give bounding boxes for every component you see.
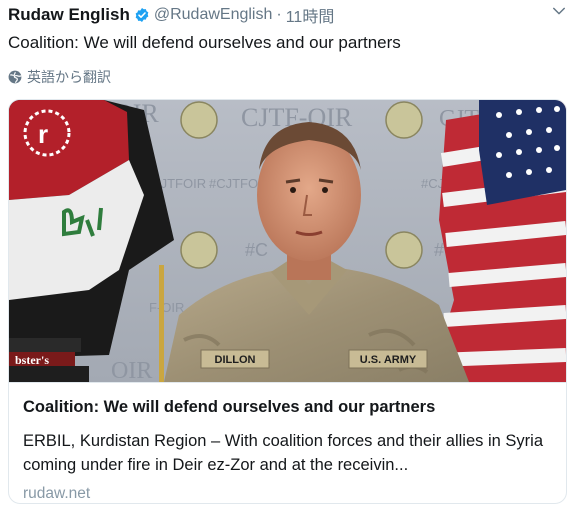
link-card[interactable]: OIR CJTF-OIR CJT #CJTFOIR #CJTFOIR #CJTF… [8, 99, 567, 504]
tweet-header: Rudaw English @RudawEnglish · 11時間 [8, 4, 562, 26]
card-body[interactable]: Coalition: We will defend ourselves and … [9, 382, 566, 503]
backdrop-text: F-OIR [149, 300, 184, 315]
chevron-down-icon[interactable] [550, 2, 568, 20]
backdrop-text: #C [245, 240, 268, 260]
translate-label: 英語から翻訳 [27, 69, 111, 85]
backdrop-text: OIR [111, 358, 152, 382]
translate-link[interactable]: 英語から翻訳 [8, 67, 111, 87]
timestamp[interactable]: 11時間 [286, 3, 335, 27]
user-handle[interactable]: @RudawEnglish [154, 6, 273, 24]
card-title[interactable]: Coalition: We will defend ourselves and … [23, 398, 435, 417]
tweet-text: Coalition: We will defend ourselves and … [8, 33, 401, 52]
branch-tape: U.S. ARMY [360, 354, 417, 366]
svg-text:bster's: bster's [15, 353, 49, 367]
card-image[interactable]: OIR CJTF-OIR CJT #CJTFOIR #CJTFOIR #CJTF… [9, 100, 566, 382]
name-tape: DILLON [215, 354, 256, 366]
card-description: ERBIL, Kurdistan Region – With coalition… [23, 432, 543, 474]
globe-icon [8, 70, 22, 84]
separator-dot: · [276, 6, 282, 23]
verified-badge-icon [135, 8, 149, 22]
display-name[interactable]: Rudaw English [8, 5, 130, 25]
card-domain[interactable]: rudaw.net [23, 485, 90, 503]
svg-text:r: r [38, 119, 48, 149]
